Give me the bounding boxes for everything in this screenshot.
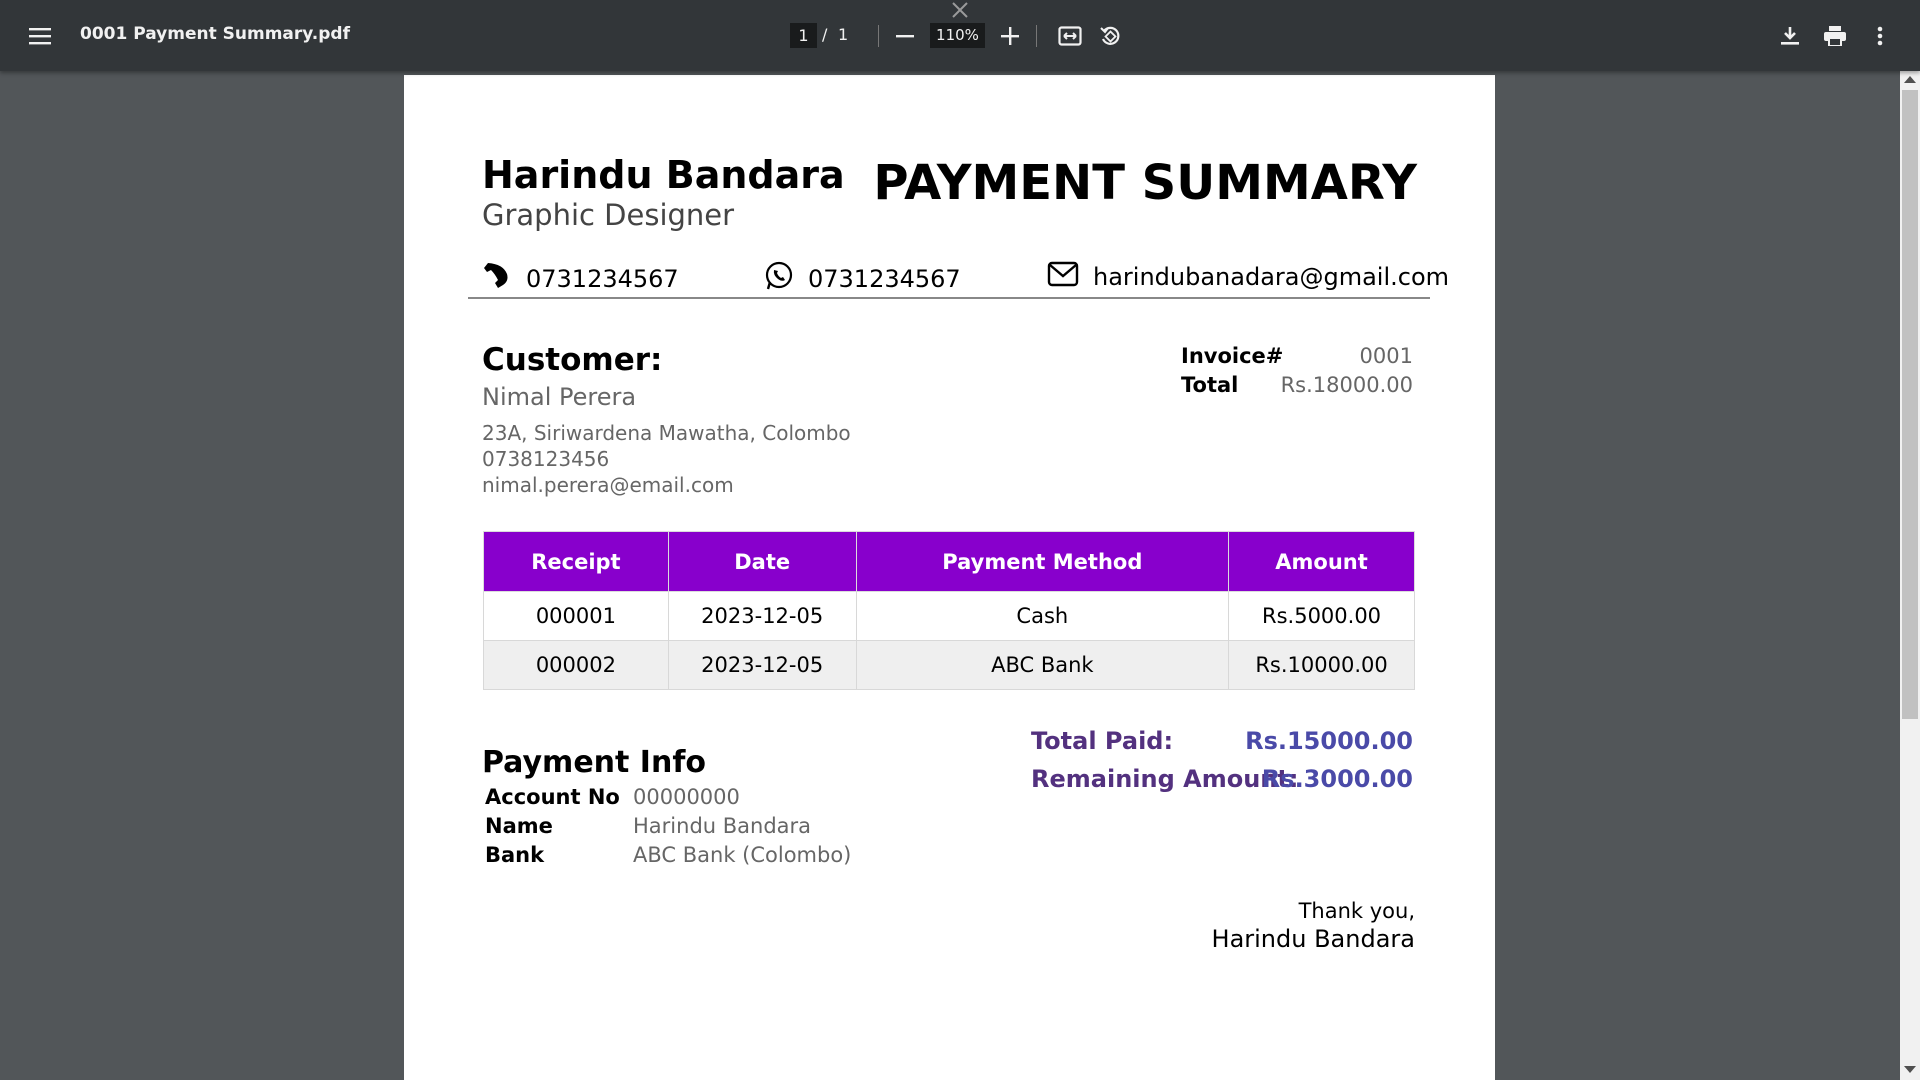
remaining-amount-label: Remaining Amount: [1031, 765, 1299, 793]
document-title: 0001 Payment Summary.pdf [80, 24, 350, 44]
payments-table: Receipt Date Payment Method Amount 00000… [483, 531, 1415, 690]
close-icon[interactable] [950, 0, 970, 20]
toolbar-divider [878, 25, 879, 47]
scroll-up-arrow-icon[interactable] [1904, 76, 1916, 83]
payee-name-value: Harindu Bandara [633, 814, 812, 838]
page-total: 1 [838, 25, 849, 44]
bank-value: ABC Bank (Colombo) [633, 843, 852, 867]
bank-label: Bank [485, 843, 545, 867]
customer-label: Customer: [482, 342, 663, 378]
account-no-value: 00000000 [633, 785, 740, 809]
sender-role: Graphic Designer [482, 198, 735, 232]
customer-address: 23A, Siriwardena Mawatha, Colombo [482, 421, 851, 445]
amount-cell: Rs.5000.00 [1228, 591, 1415, 641]
scroll-down-arrow-icon[interactable] [1904, 1066, 1916, 1073]
whatsapp-icon [764, 261, 808, 297]
rotate-icon[interactable] [1096, 22, 1124, 50]
fit-page-icon[interactable] [1056, 22, 1084, 50]
payee-name-label: Name [485, 814, 553, 838]
email-address: harindubanadara@gmail.com [1093, 263, 1450, 291]
print-icon[interactable] [1820, 22, 1850, 50]
date-cell: 2023-12-05 [667, 640, 857, 690]
document-heading: PAYMENT SUMMARY [873, 155, 1417, 211]
column-header-receipt: Receipt [483, 531, 669, 592]
scrollbar-thumb[interactable] [1902, 90, 1918, 719]
receipt-cell: 000001 [483, 591, 669, 641]
pdf-page: Harindu Bandara Graphic Designer PAYMENT… [404, 75, 1495, 1080]
thanks-text: Thank you, [1298, 899, 1415, 923]
column-header-payment-method: Payment Method [855, 531, 1230, 592]
zoom-out-icon[interactable] [893, 24, 917, 48]
customer-email: nimal.perera@email.com [482, 473, 734, 497]
invoice-label: Invoice# [1181, 344, 1284, 368]
toolbar-divider [1036, 25, 1037, 47]
method-cell: Cash [855, 591, 1230, 641]
envelope-icon [1047, 261, 1093, 293]
date-cell: 2023-12-05 [667, 591, 857, 641]
table-row: 000002 2023-12-05 ABC Bank Rs.10000.00 [483, 640, 1415, 690]
whatsapp-number: 0731234567 [808, 265, 961, 293]
method-cell: ABC Bank [855, 640, 1230, 690]
sender-name: Harindu Bandara [482, 153, 845, 197]
contact-phone: 0731234567 [482, 261, 679, 297]
payment-info-title: Payment Info [482, 745, 706, 780]
header-divider [468, 297, 1430, 299]
contact-whatsapp: 0731234567 [764, 261, 961, 297]
table-row: 000001 2023-12-05 Cash Rs.5000.00 [483, 591, 1415, 641]
page-number-input[interactable]: 1 [790, 23, 817, 48]
total-paid-label: Total Paid: [1031, 727, 1174, 755]
customer-phone: 0738123456 [482, 447, 610, 471]
zoom-in-icon[interactable] [998, 24, 1022, 48]
remaining-amount-value: Rs.3000.00 [1261, 765, 1413, 793]
column-header-amount: Amount [1228, 531, 1415, 592]
more-options-icon[interactable] [1868, 22, 1892, 50]
download-icon[interactable] [1776, 22, 1804, 50]
pdf-toolbar: 0001 Payment Summary.pdf 1 / 1 110% [0, 0, 1920, 71]
invoice-number: 0001 [1359, 344, 1413, 368]
zoom-level-input[interactable]: 110% [930, 23, 985, 48]
contact-email: harindubanadara@gmail.com [1047, 261, 1449, 293]
total-value: Rs.18000.00 [1280, 373, 1413, 397]
menu-icon[interactable] [20, 17, 60, 55]
amount-cell: Rs.10000.00 [1228, 640, 1415, 690]
total-paid-value: Rs.15000.00 [1245, 727, 1413, 755]
phone-icon [482, 261, 526, 297]
page-separator: / [822, 25, 828, 44]
customer-name: Nimal Perera [482, 383, 637, 411]
table-header-row: Receipt Date Payment Method Amount [483, 531, 1415, 592]
account-no-label: Account No [485, 785, 620, 809]
total-label: Total [1181, 373, 1239, 397]
column-header-date: Date [667, 531, 857, 592]
receipt-cell: 000002 [483, 640, 669, 690]
signature-name: Harindu Bandara [1211, 925, 1415, 953]
phone-number: 0731234567 [526, 265, 679, 293]
